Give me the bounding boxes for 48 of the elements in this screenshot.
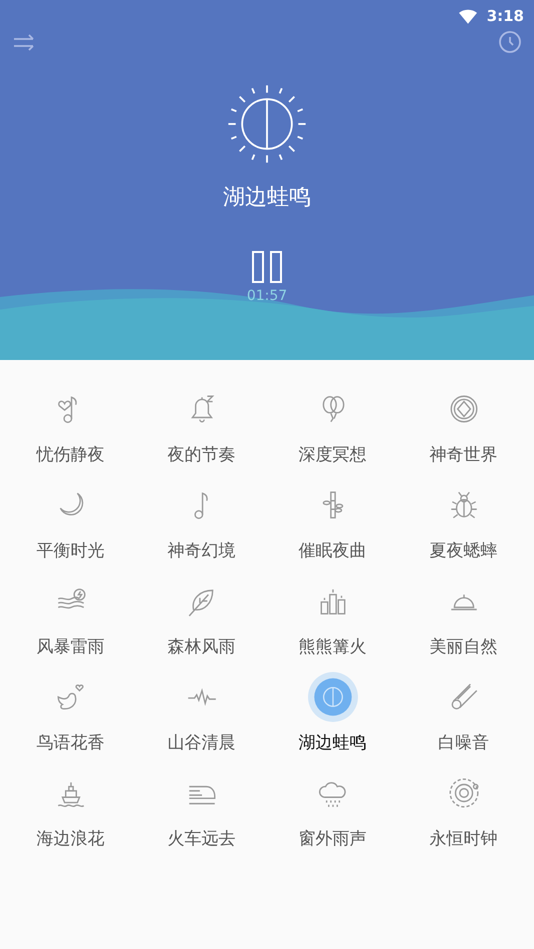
track-title: 湖边蛙鸣 bbox=[223, 184, 311, 212]
elapsed-time: 01:57 bbox=[246, 288, 288, 304]
sound-item[interactable]: 湖边蛙鸣 bbox=[267, 671, 398, 754]
sound-item[interactable]: 山谷清晨 bbox=[136, 671, 267, 754]
sound-label: 神奇世界 bbox=[430, 444, 498, 466]
sound-item[interactable]: 平衡时光 bbox=[5, 479, 136, 562]
sound-item[interactable]: 熊熊篝火 bbox=[267, 575, 398, 658]
sound-item[interactable]: 忧伤静夜 bbox=[5, 383, 136, 466]
sound-label: 夜的节奏 bbox=[168, 444, 236, 466]
sound-label: 夏夜蟋蟀 bbox=[430, 540, 498, 562]
sound-label: 湖边蛙鸣 bbox=[298, 732, 366, 754]
sound-item[interactable]: 永恒时钟 bbox=[398, 767, 529, 850]
wifi-icon bbox=[458, 8, 477, 24]
sound-label: 风暴雷雨 bbox=[36, 636, 104, 658]
sound-label: 永恒时钟 bbox=[430, 828, 498, 850]
sound-item[interactable]: 森林风雨 bbox=[136, 575, 267, 658]
sound-label: 催眠夜曲 bbox=[298, 540, 366, 562]
pause-button[interactable] bbox=[250, 250, 284, 284]
sound-item[interactable]: 夏夜蟋蟀 bbox=[398, 479, 529, 562]
sound-label: 森林风雨 bbox=[168, 636, 236, 658]
sound-label: 美丽自然 bbox=[430, 636, 498, 658]
sound-item[interactable]: 美丽自然 bbox=[398, 575, 529, 658]
sound-label: 熊熊篝火 bbox=[298, 636, 366, 658]
sound-label: 深度冥想 bbox=[298, 444, 366, 466]
sound-label: 忧伤静夜 bbox=[36, 444, 104, 466]
sound-label: 山谷清晨 bbox=[168, 732, 236, 754]
sound-item[interactable]: 神奇世界 bbox=[398, 383, 529, 466]
sound-label: 海边浪花 bbox=[36, 828, 104, 850]
sound-item[interactable]: 白噪音 bbox=[398, 671, 529, 754]
sound-item[interactable]: 夜的节奏 bbox=[136, 383, 267, 466]
clock-icon[interactable] bbox=[498, 30, 522, 54]
sound-label: 神奇幻境 bbox=[168, 540, 236, 562]
sound-item[interactable]: 神奇幻境 bbox=[136, 479, 267, 562]
sound-label: 白噪音 bbox=[438, 732, 489, 754]
sound-label: 窗外雨声 bbox=[298, 828, 366, 850]
sound-item[interactable]: 鸟语花香 bbox=[5, 671, 136, 754]
sound-label: 火车远去 bbox=[168, 828, 236, 850]
sound-item[interactable]: 深度冥想 bbox=[267, 383, 398, 466]
sun-icon bbox=[306, 671, 358, 723]
status-time: 3:18 bbox=[486, 7, 524, 25]
orbit-icon bbox=[446, 776, 480, 810]
sound-item[interactable]: 风暴雷雨 bbox=[5, 575, 136, 658]
sound-label: 平衡时光 bbox=[36, 540, 104, 562]
sound-item[interactable]: 催眠夜曲 bbox=[267, 479, 398, 562]
sound-item[interactable]: 火车远去 bbox=[136, 767, 267, 850]
sound-label: 鸟语花香 bbox=[36, 732, 104, 754]
sound-item[interactable]: 窗外雨声 bbox=[267, 767, 398, 850]
sound-item[interactable]: 海边浪花 bbox=[5, 767, 136, 850]
